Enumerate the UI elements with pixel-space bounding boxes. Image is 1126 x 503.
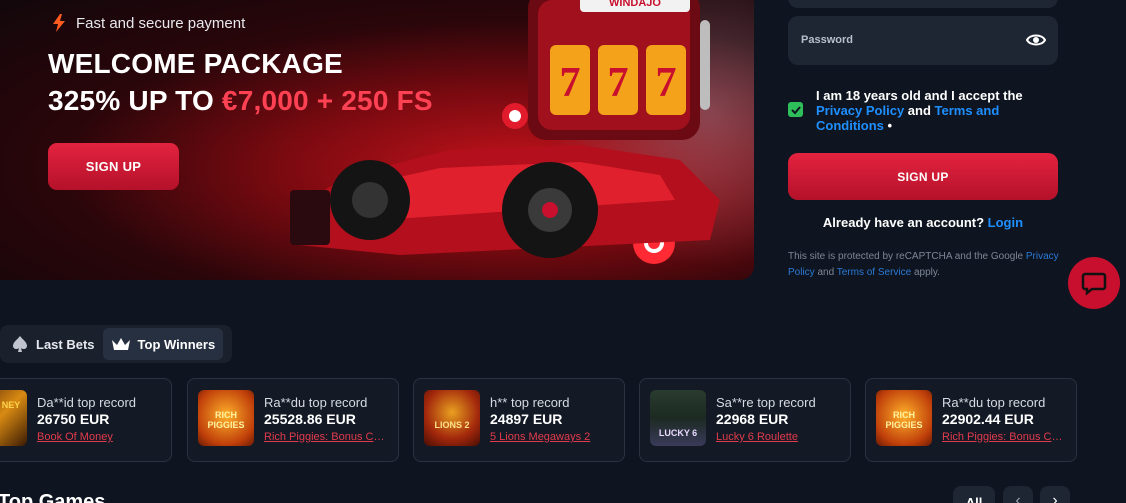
- eye-icon[interactable]: [1026, 31, 1046, 49]
- hero-artwork: WINDAJO 7 7 7: [290, 0, 720, 264]
- thumbnail-label: LIONS 2: [434, 420, 470, 430]
- game-thumbnail: K OF NEY: [0, 390, 27, 446]
- crown-icon: [111, 338, 130, 350]
- hero-banner: WINDAJO 7 7 7 Fast and secure payment WE…: [0, 0, 754, 280]
- game-thumbnail: LUCKY 6: [650, 390, 706, 446]
- lightning-icon: [53, 14, 65, 32]
- winner-name: Sa**re top record: [716, 395, 816, 410]
- winner-card[interactable]: RICH PIGGIES Ra**du top record 25528.86 …: [187, 378, 399, 462]
- slot-machine-illustration: WINDAJO 7 7 7: [528, 0, 710, 140]
- hero-title: WELCOME PACKAGE 325% UP TO €7,000 + 250 …: [48, 45, 433, 119]
- email-field[interactable]: [788, 0, 1058, 8]
- tab-label: Top Winners: [137, 336, 216, 352]
- game-link[interactable]: 5 Lions Megaways 2: [490, 431, 614, 443]
- chat-icon: [1081, 272, 1107, 296]
- tab-label: Last Bets: [36, 336, 95, 352]
- privacy-policy-link[interactable]: Privacy Policy: [816, 103, 904, 118]
- winner-name: Da**id top record: [37, 395, 136, 410]
- all-games-button[interactable]: All: [953, 486, 995, 503]
- recaptcha-terms-link[interactable]: Terms of Service: [837, 267, 911, 278]
- accept-checkbox[interactable]: [788, 102, 803, 117]
- winner-card[interactable]: K OF NEY Da**id top record 26750 EUR Boo…: [0, 378, 172, 462]
- recaptcha-end: apply.: [911, 267, 940, 278]
- hero-title-line2: 325% UP TO €7,000 + 250 FS: [48, 82, 433, 119]
- chat-button[interactable]: [1068, 257, 1120, 309]
- accept-text: I am 18 years old and I accept the Priva…: [816, 88, 1056, 133]
- winner-name: Ra**du top record: [942, 395, 1046, 410]
- winner-amount: 26750 EUR: [37, 411, 110, 427]
- recaptcha-text: This site is protected by reCAPTCHA and …: [788, 251, 1026, 262]
- winner-card[interactable]: LIONS 2 h** top record 24897 EUR 5 Lions…: [413, 378, 625, 462]
- payment-info: Fast and secure payment: [52, 14, 245, 32]
- game-link[interactable]: Rich Piggies: Bonus Combo: [264, 431, 388, 443]
- password-label: Password: [801, 34, 853, 46]
- next-arrow-button[interactable]: ›: [1040, 486, 1070, 503]
- tab-last-bets[interactable]: Last Bets: [3, 328, 103, 360]
- svg-text:7: 7: [560, 60, 581, 106]
- recaptcha-notice: This site is protected by reCAPTCHA and …: [788, 249, 1060, 281]
- accept-text-part: I am 18 years old and I accept the: [816, 88, 1023, 103]
- winner-name: Ra**du top record: [264, 395, 368, 410]
- spade-icon: [13, 336, 27, 352]
- recaptcha-and: and: [814, 267, 837, 278]
- game-link[interactable]: Rich Piggies: Bonus Combo: [942, 431, 1066, 443]
- winner-amount: 22902.44 EUR: [942, 411, 1034, 427]
- accept-and-text: and: [904, 103, 935, 118]
- winner-amount: 25528.86 EUR: [264, 411, 356, 427]
- winner-card[interactable]: LUCKY 6 Sa**re top record 22968 EUR Luck…: [639, 378, 851, 462]
- have-account-text: Already have an account?: [822, 215, 985, 230]
- tab-top-winners[interactable]: Top Winners: [102, 328, 224, 360]
- winner-card[interactable]: RICH PIGGIES Ra**du top record 22902.44 …: [865, 378, 1077, 462]
- hero-title-prefix: 325% UP TO: [48, 85, 222, 116]
- game-link[interactable]: Lucky 6 Roulette: [716, 431, 840, 443]
- svg-text:7: 7: [608, 60, 629, 106]
- poker-chip-small: [502, 103, 528, 129]
- slot-brand-text: WINDAJO: [609, 0, 661, 9]
- thumbnail-label: K OF NEY: [0, 400, 21, 410]
- login-prompt: Already have an account? Login: [788, 215, 1058, 230]
- thumbnail-label: RICH PIGGIES: [207, 410, 245, 430]
- hero-title-line1: WELCOME PACKAGE: [48, 48, 343, 79]
- winner-name: h** top record: [490, 395, 570, 410]
- login-link[interactable]: Login: [988, 215, 1023, 230]
- top-winners-list: K OF NEY Da**id top record 26750 EUR Boo…: [0, 378, 1086, 462]
- password-field[interactable]: Password: [788, 16, 1058, 65]
- thumbnail-label: LUCKY 6: [658, 428, 698, 438]
- bets-tabs: Last Bets Top Winners: [0, 325, 232, 363]
- winner-amount: 24897 EUR: [490, 411, 563, 427]
- hero-title-accent: €7,000 + 250 FS: [221, 85, 433, 116]
- checkmark-icon: [790, 105, 801, 114]
- required-mark: •: [883, 118, 893, 133]
- prev-arrow-button[interactable]: ‹: [1003, 486, 1033, 503]
- payment-text: Fast and secure payment: [76, 14, 246, 32]
- game-thumbnail: RICH PIGGIES: [198, 390, 254, 446]
- race-car-illustration: [290, 145, 720, 258]
- game-link[interactable]: Book Of Money: [37, 431, 161, 443]
- section-title-top-games: Top Games: [0, 491, 106, 503]
- winner-amount: 22968 EUR: [716, 411, 789, 427]
- hero-signup-button[interactable]: SIGN UP: [48, 143, 179, 190]
- game-thumbnail: LIONS 2: [424, 390, 480, 446]
- svg-text:7: 7: [656, 60, 677, 106]
- signup-button[interactable]: SIGN UP: [788, 153, 1058, 200]
- thumbnail-label: RICH PIGGIES: [885, 410, 923, 430]
- game-thumbnail: RICH PIGGIES: [876, 390, 932, 446]
